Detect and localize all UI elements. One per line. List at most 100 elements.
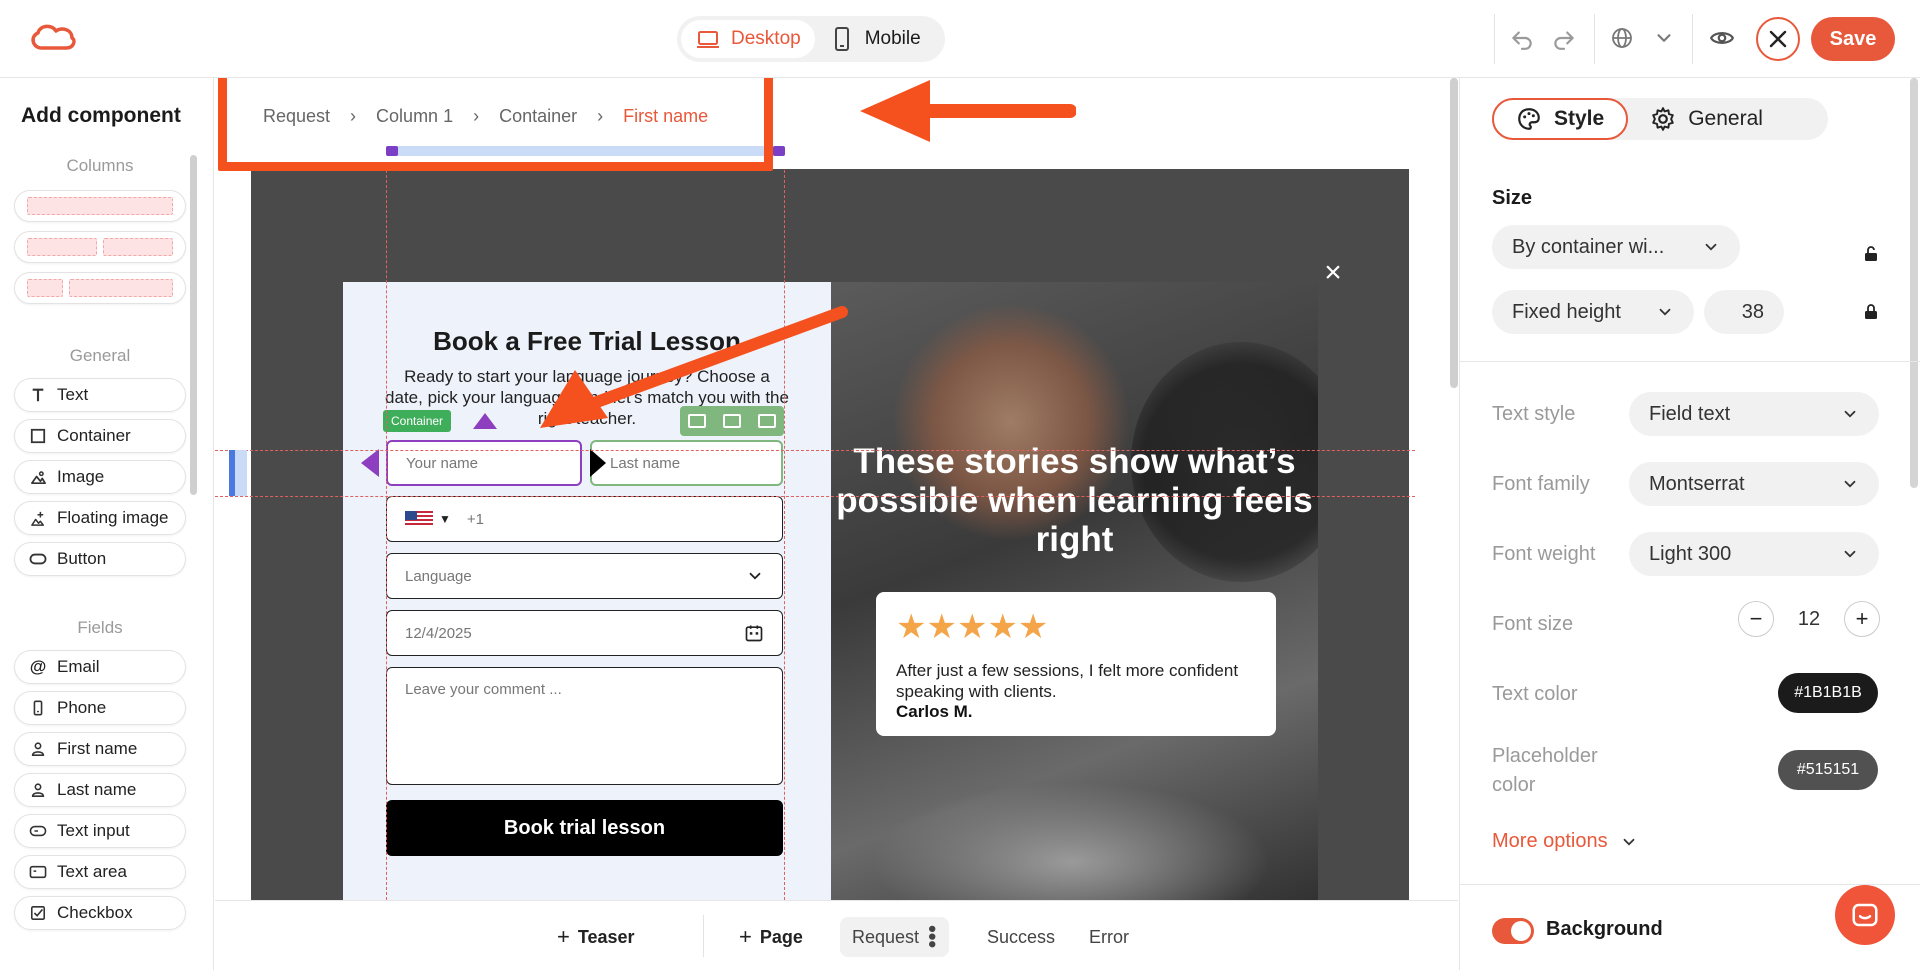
component-label: Text input [57,821,130,840]
review-card[interactable]: ★★★★★ After just a few sessions, I felt … [876,592,1276,736]
increase-font-size-button[interactable]: + [1844,601,1880,637]
column-layout-2[interactable] [14,231,186,263]
mobile-phone-icon [829,26,855,52]
component-last-name[interactable]: Last name [14,773,186,807]
editor-canvas[interactable]: Book a Free Trial Lesson Ready to start … [215,78,1458,900]
font-family-label: Font family [1492,473,1590,495]
language-select[interactable]: Language [386,553,783,599]
component-phone[interactable]: Phone [14,691,186,725]
last-name-field[interactable]: Last name [590,440,783,486]
more-options-link[interactable]: More options [1492,830,1638,853]
component-checkbox[interactable]: Checkbox [14,896,186,930]
undo-icon[interactable] [1506,22,1538,54]
preview-eye-icon[interactable] [1706,22,1738,54]
chevron-down-icon[interactable] [1648,22,1680,54]
canvas-scrollbar[interactable] [1450,78,1458,388]
component-label: Last name [57,780,137,799]
breadcrumb-item-column[interactable]: Column 1 [376,106,453,127]
tab-success[interactable]: Success [987,917,1055,957]
mobile-view-button[interactable]: Mobile [815,20,935,58]
close-icon [1769,30,1787,48]
height-mode-select[interactable]: Fixed height [1492,290,1694,334]
first-name-field[interactable]: Your name [386,440,582,486]
sidebar-scrollbar[interactable] [190,155,197,495]
globe-icon[interactable] [1606,22,1638,54]
component-floating-image[interactable]: Floating image [14,501,186,535]
component-button[interactable]: Button [14,542,186,576]
book-trial-lesson-button[interactable]: Book trial lesson [386,800,783,856]
breadcrumb-item-first-name[interactable]: First name [623,106,708,127]
column-layout-1[interactable] [14,190,186,222]
placeholder-color-swatch[interactable]: #515151 [1778,750,1878,790]
date-field[interactable]: 12/4/2025 [386,610,783,656]
tab-general[interactable]: General [1628,98,1785,140]
selection-guide [215,450,1415,451]
chevron-down-icon [1659,308,1671,316]
component-image[interactable]: Image [14,460,186,494]
chevron-down-icon[interactable]: ▼ [439,512,451,526]
phone-icon [29,699,47,717]
column-layout-3[interactable] [14,272,186,304]
component-first-name[interactable]: First name [14,732,186,766]
height-value-input[interactable]: 38 [1704,290,1784,334]
review-text: After just a few sessions, I felt more c… [896,661,1239,701]
us-flag-icon[interactable] [405,511,433,527]
width-mode-select[interactable]: By container wi... [1492,225,1740,269]
breadcrumb-item-request[interactable]: Request [263,106,330,127]
container-tag[interactable]: Container [383,410,452,432]
component-text-input[interactable]: Text input [14,814,186,848]
add-teaser-button[interactable]: + Teaser [557,917,635,957]
redo-icon[interactable] [1548,22,1580,54]
floating-image-icon [29,509,47,527]
popup-close-icon[interactable]: × [1320,256,1346,289]
selection-side-handle[interactable] [229,450,247,496]
last-name-placeholder: Last name [610,454,681,472]
tab-request[interactable]: Request ••• [840,917,950,957]
font-family-select[interactable]: Montserrat [1629,462,1879,506]
unlock-icon[interactable] [1864,246,1878,262]
person-icon [29,781,47,799]
tab-general-label: General [1688,107,1763,130]
font-family-value: Montserrat [1649,472,1745,495]
component-email[interactable]: @ Email [14,650,186,684]
photo-background [871,782,1271,900]
font-weight-select[interactable]: Light 300 [1629,532,1879,576]
desktop-view-button[interactable]: Desktop [681,20,815,58]
component-text-area[interactable]: Text area [14,855,186,889]
resize-handle-left[interactable] [361,449,379,477]
chevron-down-icon [1705,243,1717,251]
font-size-value[interactable]: 12 [1798,608,1820,631]
close-editor-button[interactable] [1756,17,1800,61]
hero-headline[interactable]: These stories show what’s possible when … [831,442,1318,559]
font-weight-value: Light 300 [1649,542,1732,565]
tab-style[interactable]: Style [1492,98,1629,140]
kebab-menu-icon[interactable]: ••• [920,925,945,948]
save-button[interactable]: Save [1811,17,1895,61]
phone-field[interactable]: ▼ +1 [386,496,783,542]
support-chat-button[interactable] [1835,885,1895,945]
lock-icon[interactable] [1864,304,1878,320]
logo-icon[interactable] [28,22,78,54]
view-mode-toggle: Desktop Mobile [677,16,945,62]
date-value: 12/4/2025 [405,624,472,642]
breadcrumb-item-container[interactable]: Container [499,106,577,127]
component-label: Phone [57,698,107,717]
component-label: Button [57,549,107,568]
background-toggle[interactable] [1492,918,1534,944]
tab-error[interactable]: Error [1089,917,1129,957]
selection-handle[interactable] [386,146,398,156]
popup-photo-column[interactable]: These stories show what’s possible when … [831,282,1318,900]
properties-scrollbar[interactable] [1910,78,1918,488]
selection-handle[interactable] [773,146,785,156]
minus-icon: − [1749,606,1763,631]
component-container[interactable]: Container [14,419,186,453]
component-text[interactable]: Text [14,378,186,412]
calendar-icon[interactable] [744,623,764,643]
text-style-value: Field text [1649,402,1731,425]
resize-handle-right[interactable] [590,449,606,477]
decrease-font-size-button[interactable]: − [1738,601,1774,637]
add-page-button[interactable]: + Page [739,917,803,957]
text-color-swatch[interactable]: #1B1B1B [1778,673,1878,713]
comment-textarea[interactable]: Leave your comment ... [386,667,783,785]
text-style-select[interactable]: Field text [1629,392,1879,436]
